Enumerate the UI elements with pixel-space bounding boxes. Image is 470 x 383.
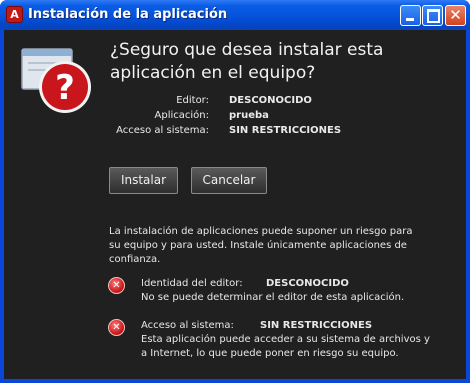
minimize-button[interactable]: [400, 5, 421, 26]
access-risk-description-1: Esta aplicación puede acceder a su siste…: [141, 334, 430, 345]
warning-line-3: confianza.: [109, 254, 161, 265]
access-risk-label: Acceso al sistema:: [141, 320, 234, 331]
window-bottom-border: [0, 379, 470, 383]
question-mark-glyph: ?: [55, 68, 75, 108]
publisher-risk-value: DESCONOCIDO: [266, 278, 349, 289]
close-icon: ✕: [449, 6, 462, 24]
error-glyph: ✕: [112, 322, 121, 333]
warning-line-1: La instalación de aplicaciones puede sup…: [109, 226, 413, 237]
application-label: Aplicación:: [154, 110, 209, 121]
error-icon: ✕: [108, 277, 125, 294]
title-bar[interactable]: A Instalación de la aplicación ✕: [0, 0, 470, 30]
adobe-air-glyph: A: [10, 8, 19, 21]
error-icon: ✕: [108, 319, 125, 336]
publisher-label: Editor:: [176, 95, 209, 106]
publisher-risk-description: No se puede determinar el editor de esta…: [141, 292, 405, 303]
dialog-heading: ¿Seguro que desea instalar esta aplicaci…: [110, 40, 384, 83]
close-button[interactable]: ✕: [445, 5, 466, 26]
maximize-button[interactable]: [422, 5, 443, 26]
dialog-body: ? ¿Seguro que desea instalar esta aplica…: [4, 30, 466, 379]
maximize-icon: [427, 9, 440, 23]
cancel-button[interactable]: Cancelar: [191, 167, 267, 194]
application-value: prueba: [229, 110, 269, 121]
install-question-icon: ?: [21, 48, 91, 113]
install-button[interactable]: Instalar: [109, 167, 178, 194]
minimize-icon: [406, 18, 414, 21]
publisher-value: DESCONOCIDO: [229, 95, 312, 106]
publisher-risk-label: Identidad del editor:: [141, 278, 243, 289]
warning-line-2: su equipo y para usted. Instale únicamen…: [109, 240, 407, 251]
access-risk-description-2: a Internet, lo que puede poner en riesgo…: [141, 348, 399, 359]
error-glyph: ✕: [112, 280, 121, 291]
system-access-label: Acceso al sistema:: [116, 125, 209, 136]
installer-window: A Instalación de la aplicación ✕ ? ¿Segu…: [0, 0, 470, 383]
adobe-air-icon[interactable]: A: [6, 6, 23, 23]
access-risk-value: SIN RESTRICCIONES: [260, 320, 373, 331]
window-title: Instalación de la aplicación: [28, 7, 228, 22]
system-access-value: SIN RESTRICCIONES: [229, 125, 342, 136]
